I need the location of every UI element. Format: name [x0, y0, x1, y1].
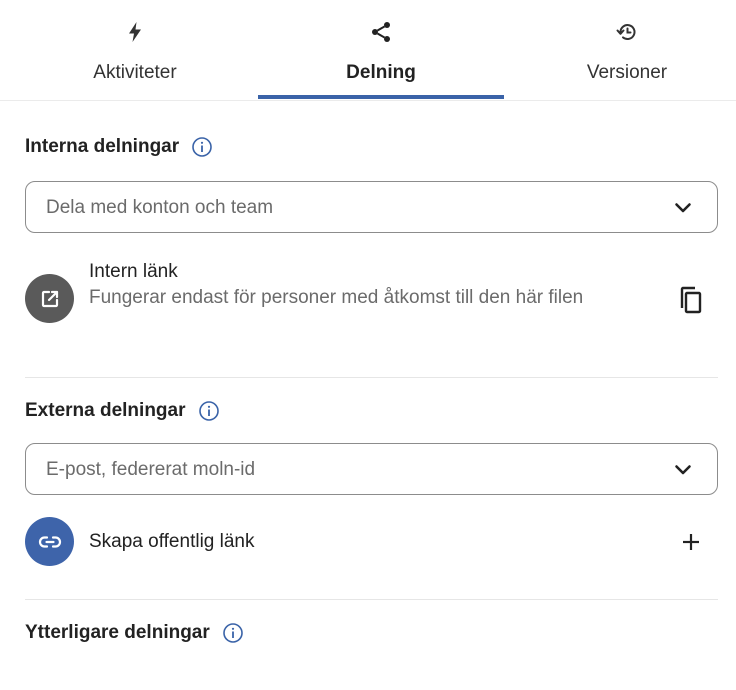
internal-link-avatar [25, 274, 74, 323]
copy-link-button[interactable] [673, 282, 709, 318]
tab-versions-label: Versioner [586, 62, 668, 83]
section-divider [25, 377, 718, 378]
sidebar-tabs: Aktiviteter Delning Versioner [0, 0, 736, 101]
lightning-icon [129, 22, 141, 42]
internal-share-input[interactable]: Dela med konton och team [25, 181, 718, 233]
link-icon [38, 535, 61, 548]
plus-icon [683, 534, 699, 550]
copy-icon [680, 286, 702, 314]
additional-shares-heading: Ytterligare delningar [25, 620, 244, 646]
tab-sharing-label: Delning [346, 62, 416, 83]
info-icon[interactable] [222, 622, 244, 644]
tab-versions[interactable]: Versioner [504, 0, 736, 100]
chevron-down-icon [675, 203, 691, 213]
share-icon [372, 22, 390, 42]
internal-share-placeholder: Dela med konton och team [46, 197, 274, 218]
external-share-placeholder: E-post, federerat moln-id [46, 459, 256, 480]
internal-shares-title: Interna delningar [25, 136, 180, 157]
info-icon[interactable] [198, 400, 220, 422]
public-link-avatar [25, 517, 74, 566]
history-icon [616, 24, 636, 41]
chevron-down-icon [675, 465, 691, 475]
section-divider [25, 599, 718, 600]
external-share-input[interactable]: E-post, federerat moln-id [25, 443, 718, 495]
additional-shares-title: Ytterligare delningar [25, 622, 210, 643]
external-link-icon [41, 290, 58, 307]
internal-link-title: Intern länk [89, 261, 178, 282]
info-icon[interactable] [191, 136, 213, 158]
tab-sharing[interactable]: Delning [258, 0, 504, 100]
external-shares-title: Externa delningar [25, 400, 186, 421]
create-public-link-button[interactable] [673, 524, 709, 560]
tab-activity[interactable]: Aktiviteter [12, 0, 258, 100]
internal-link-description: Fungerar endast för personer med åtkomst… [89, 287, 584, 308]
external-shares-heading: Externa delningar [25, 398, 220, 424]
tab-activity-label: Aktiviteter [93, 62, 177, 83]
create-public-link-label[interactable]: Skapa offentlig länk [89, 529, 255, 555]
internal-shares-heading: Interna delningar [25, 134, 213, 160]
active-tab-indicator [258, 95, 504, 99]
